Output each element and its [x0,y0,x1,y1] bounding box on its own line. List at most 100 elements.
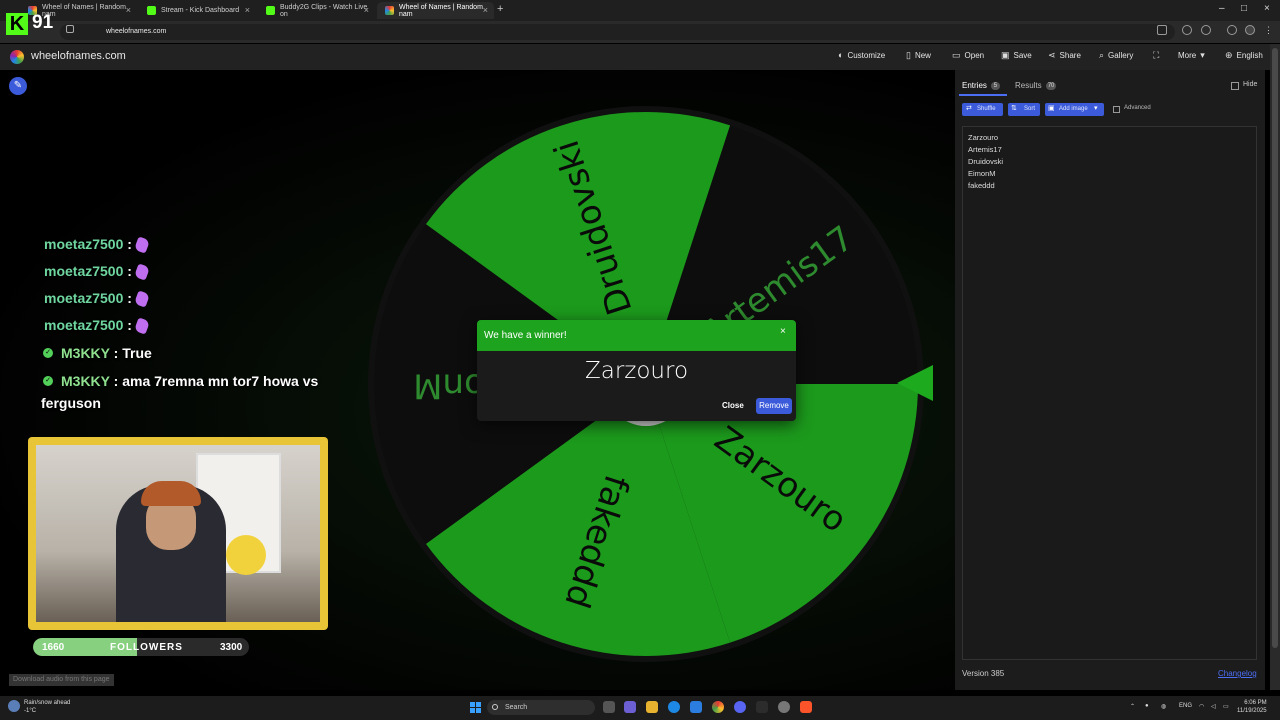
windows-start-icon[interactable] [470,702,481,713]
close-window-icon[interactable]: × [1264,3,1270,14]
shuffle-label: Shuffle [977,106,996,112]
browser-tab-2[interactable]: Stream - Kick Dashboard × [139,2,256,19]
chat-text: ama 7remna mn tor7 howa vs [118,373,319,389]
scroll-thumb[interactable] [1272,48,1278,648]
url-text: wheelofnames.com [106,28,167,35]
weather-widget[interactable]: Rain/snow ahead -1°C [24,699,70,715]
minimize-icon[interactable]: – [1219,3,1225,14]
discord-icon[interactable] [734,701,746,713]
browser-menu-icon[interactable]: ⋮ [1264,25,1274,35]
close-tab-icon[interactable]: × [245,5,250,15]
terminal-icon[interactable] [756,701,768,713]
task-view-icon[interactable] [603,701,615,713]
close-tab-icon[interactable]: × [126,5,131,15]
site-logo-icon[interactable] [10,50,24,64]
tab-search-icon[interactable] [1227,25,1237,35]
tab-results-label: Results [1015,81,1042,90]
chevron-down-icon[interactable]: ▾ [1094,104,1098,112]
tab-label: Stream - Kick Dashboard [161,7,240,14]
store-icon[interactable] [690,701,702,713]
add-image-label: Add image [1059,106,1088,112]
address-bar[interactable]: wheelofnames.com [60,24,1175,40]
chat-separator: : [123,290,132,306]
tab-entries[interactable]: Entries 5 [962,81,1000,90]
edit-pencil-icon[interactable]: ✎ [9,77,27,95]
chat-username: moetaz7500 [44,263,124,279]
chrome-icon[interactable] [712,701,724,713]
customize-label: Customize [847,50,886,60]
settings-icon[interactable] [778,701,790,713]
profile-avatar-icon[interactable] [1245,25,1255,35]
chat-message-continued: ferguson [41,395,101,411]
entry-line: Zarzouro [968,133,999,142]
close-button[interactable]: Close [722,401,744,410]
hide-label: Hide [1243,81,1258,88]
weather-icon[interactable] [8,700,20,712]
entry-line: fakeddd [968,181,995,190]
language-indicator[interactable]: ENG [1179,703,1192,709]
tab-results[interactable]: Results 70 [1015,81,1057,90]
advanced-checkbox[interactable] [1113,106,1120,113]
download-audio-link[interactable]: Download audio from this page [9,674,114,686]
customize-button[interactable]: ◐ Customize [838,50,885,60]
fullscreen-button[interactable]: ⛶ [1153,50,1159,61]
search-icon: ⌕ [1099,50,1105,60]
kick-favicon-icon [147,6,156,15]
open-button[interactable]: ▭ Open [952,50,984,61]
new-button[interactable]: ▯ New [906,50,931,61]
bookmark-star-icon[interactable] [1157,25,1167,35]
browser-tab-4[interactable]: Wheel of Names | Random nam × [377,2,494,19]
wheel-favicon-icon [385,6,394,15]
new-tab-icon[interactable]: + [497,3,503,15]
brave-icon[interactable] [800,701,812,713]
more-button[interactable]: More ▾ [1178,50,1205,61]
battery-icon[interactable]: ▭ [1223,703,1229,710]
edge-icon[interactable] [668,701,680,713]
language-label: English [1236,51,1263,60]
puzzle-icon[interactable] [1201,25,1211,35]
weather-temp: -1°C [24,708,37,714]
chat-message: moetaz7500 : [44,317,150,335]
moderator-badge-icon: ✓ [43,376,53,386]
file-icon: ▯ [906,50,911,60]
save-icon: ▣ [1001,50,1010,60]
site-info-icon[interactable] [66,25,74,33]
extension-icon[interactable] [1182,25,1192,35]
maximize-icon[interactable]: □ [1241,3,1247,14]
gallery-button[interactable]: ⌕ Gallery [1099,50,1133,61]
hide-checkbox[interactable] [1231,82,1239,90]
app-icon[interactable] [624,701,636,713]
webcam-feed [36,445,320,622]
taskbar-search-input[interactable]: Search [487,700,595,715]
tray-chevron-icon[interactable]: ⌃ [1130,703,1135,710]
language-button[interactable]: ⊕ English [1225,50,1263,61]
close-tab-icon[interactable]: × [364,5,369,15]
tray-mic-icon[interactable]: ◍ [1161,703,1166,710]
results-count-badge: 70 [1045,81,1057,90]
changelog-link[interactable]: Changelog [1218,669,1257,678]
save-button[interactable]: ▣ Save [1001,50,1032,61]
chat-text: ferguson [41,395,101,411]
taskbar-clock[interactable]: 6:06 PM 11/19/2025 [1237,699,1267,715]
site-header [0,44,1280,70]
active-tab-indicator [959,94,1007,96]
browser-tab-3[interactable]: Buddy2G Clips - Watch Live on × [258,2,375,19]
tray-app-icon[interactable]: ● [1145,703,1149,709]
clock-date: 11/19/2025 [1237,708,1267,714]
webcam-beanie [141,481,201,506]
entry-line: EimonM [968,169,996,178]
file-explorer-icon[interactable] [646,701,658,713]
entries-textarea[interactable] [962,126,1257,660]
weather-title: Rain/snow ahead [24,700,71,706]
kick-favicon-icon [266,6,275,15]
winner-name: Zarzouro [584,358,689,384]
dialog-close-icon[interactable]: × [780,326,786,337]
remove-button[interactable]: Remove [756,398,792,414]
sort-label: Sort [1024,106,1036,112]
site-name[interactable]: wheelofnames.com [31,50,126,62]
share-button[interactable]: ⋖ Share [1048,50,1081,61]
volume-icon[interactable]: ◁ [1211,703,1216,710]
close-tab-icon[interactable]: × [483,5,488,15]
wifi-icon[interactable]: ◠ [1199,703,1204,710]
new-label: New [914,51,931,60]
